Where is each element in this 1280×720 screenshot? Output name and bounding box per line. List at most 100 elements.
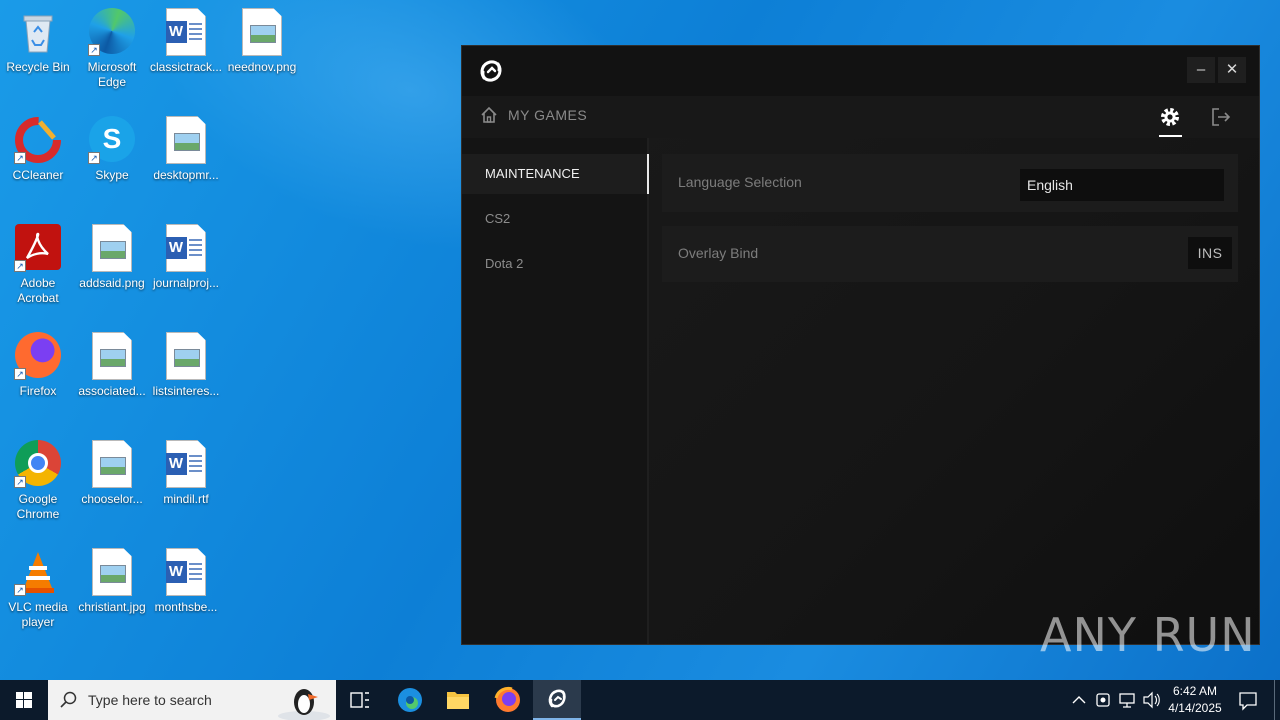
desktop-icon-label: desktopmr... (153, 168, 219, 182)
watermark-text: ANY RUN (1040, 608, 1256, 662)
desktop-icon-ccleaner[interactable]: ↗ CCleaner (0, 116, 76, 183)
title-bar[interactable]: – ✕ (462, 46, 1259, 96)
overlay-bind-key[interactable]: INS (1188, 237, 1232, 269)
task-view-button[interactable] (336, 680, 384, 720)
edge-icon (398, 688, 422, 712)
desktop-icon-associated[interactable]: associated... (74, 332, 150, 399)
clock-time: 6:42 AM (1172, 684, 1218, 698)
taskbar-firefox-button[interactable] (484, 680, 532, 720)
minimize-button[interactable]: – (1187, 57, 1215, 83)
taskbar-app-button[interactable] (533, 680, 581, 720)
desktop-icon-monthsbe[interactable]: W monthsbe... (148, 548, 224, 615)
app-logo-icon (548, 689, 566, 708)
volume-icon[interactable] (1141, 680, 1161, 720)
word-document-icon: W (162, 440, 210, 488)
desktop-icon-label: addsaid.png (79, 276, 145, 290)
settings-panel: MAINTENANCE CS2 Dota 2 Language Selectio… (462, 138, 1259, 644)
desktop-icon-label: Google Chrome (16, 492, 60, 521)
image-file-icon (88, 440, 136, 488)
vlc-icon: ↗ (14, 548, 62, 596)
my-games-label: MY GAMES (508, 107, 588, 123)
desktop-icon-firefox[interactable]: ↗ Firefox (0, 332, 76, 399)
settings-sidebar: MAINTENANCE CS2 Dota 2 (462, 138, 649, 644)
desktop-icon-recycle-bin[interactable]: Recycle Bin (0, 8, 76, 75)
word-document-icon: W (162, 224, 210, 272)
desktop-icon-mindil[interactable]: W mindil.rtf (148, 440, 224, 507)
my-games-link[interactable]: MY GAMES (480, 106, 587, 124)
desktop-icon-label: Microsoft Edge (87, 60, 137, 89)
image-file-icon (88, 224, 136, 272)
language-select[interactable]: English (1020, 169, 1224, 201)
desktop-icon-label: christiant.jpg (78, 600, 146, 614)
anyrun-watermark: ANY RUN (1040, 608, 1256, 662)
desktop-icon-addsaid[interactable]: addsaid.png (74, 224, 150, 291)
home-icon (481, 106, 497, 123)
word-document-icon: W (162, 8, 210, 56)
desktop-icon-microsoft-edge[interactable]: ↗ Microsoft Edge (74, 8, 150, 90)
settings-tab-indicator (1159, 135, 1182, 137)
desktop-icon-chooselor[interactable]: chooselor... (74, 440, 150, 507)
desktop-icon-label: chooselor... (81, 492, 143, 506)
app-logo-icon (480, 60, 502, 82)
notifications-icon[interactable] (1236, 680, 1260, 720)
desktop-icon-adobe-acrobat[interactable]: ↗ Adobe Acrobat (0, 224, 76, 306)
logout-icon[interactable] (1209, 105, 1233, 129)
network-icon[interactable] (1117, 680, 1137, 720)
language-setting-row: Language Selection English (662, 154, 1238, 212)
taskbar-edge-button[interactable] (386, 680, 434, 720)
image-file-icon (162, 116, 210, 164)
app-window: – ✕ MY GAMES MAINTENANCE CS2 Dota 2 Lang… (461, 45, 1260, 645)
desktop-icon-label: neednov.png (227, 60, 297, 74)
desktop-icon-vlc[interactable]: ↗ VLC media player (0, 548, 76, 630)
chevron-up-icon[interactable] (1070, 680, 1088, 720)
desktop-icon-label: CCleaner (12, 168, 64, 182)
shortcut-arrow-icon: ↗ (14, 260, 26, 272)
desktop-icon-desktopmr[interactable]: desktopmr... (148, 116, 224, 183)
sidebar-item-cs2[interactable]: CS2 (462, 199, 647, 239)
windows-logo-icon (16, 692, 32, 708)
image-file-icon (238, 8, 286, 56)
shortcut-arrow-icon: ↗ (14, 476, 26, 488)
desktop-icon-label: VLC media player (8, 600, 68, 629)
close-button[interactable]: ✕ (1218, 57, 1246, 83)
puffin-search-highlight-icon (278, 689, 330, 720)
image-file-icon (162, 332, 210, 380)
taskbar-search-box[interactable]: Type here to search (48, 680, 336, 720)
desktop-icon-google-chrome[interactable]: ↗ Google Chrome (0, 440, 76, 522)
image-file-icon (88, 332, 136, 380)
taskbar-clock[interactable]: 6:42 AM 4/14/2025 (1160, 683, 1230, 717)
nav-bar: MY GAMES (462, 96, 1259, 138)
chrome-icon: ↗ (14, 440, 62, 488)
edge-icon: ↗ (88, 8, 136, 56)
overlay-bind-label: Overlay Bind (678, 245, 759, 261)
gear-icon[interactable] (1158, 105, 1182, 129)
sidebar-item-maintenance[interactable]: MAINTENANCE (462, 154, 649, 194)
desktop-icon-journalproj[interactable]: W journalproj... (148, 224, 224, 291)
desktop-icon-classictrack[interactable]: W classictrack... (148, 8, 224, 75)
search-icon (60, 691, 77, 708)
desktop-icon-skype[interactable]: S ↗ Skype (74, 116, 150, 183)
shortcut-arrow-icon: ↗ (14, 368, 26, 380)
word-document-icon: W (162, 548, 210, 596)
shortcut-arrow-icon: ↗ (14, 152, 26, 164)
show-desktop-button[interactable] (1274, 680, 1280, 720)
start-button[interactable] (0, 680, 48, 720)
clock-date: 4/14/2025 (1168, 701, 1222, 715)
desktop-icon-label: classictrack... (149, 60, 222, 74)
desktop-icon-label: mindil.rtf (163, 492, 209, 506)
desktop-icon-label: associated... (78, 384, 146, 398)
desktop-icon-label: monthsbe... (154, 600, 218, 614)
desktop-icon-christiant[interactable]: christiant.jpg (74, 548, 150, 615)
sidebar-item-dota2[interactable]: Dota 2 (462, 244, 647, 284)
taskbar-file-explorer-button[interactable] (434, 680, 482, 720)
desktop-icon-label: Firefox (19, 384, 57, 398)
desktop-icon-listsinteres[interactable]: listsinteres... (148, 332, 224, 399)
shortcut-arrow-icon: ↗ (88, 44, 100, 56)
meet-now-icon[interactable] (1094, 680, 1112, 720)
desktop-icon-label: journalproj... (152, 276, 220, 290)
skype-icon: S ↗ (88, 116, 136, 164)
recycle-bin-icon (14, 8, 62, 56)
taskbar: Type here to search 6:42 AM 4/14/2025 (0, 680, 1280, 720)
acrobat-icon: ↗ (14, 224, 62, 272)
desktop-icon-neednov[interactable]: neednov.png (224, 8, 300, 75)
